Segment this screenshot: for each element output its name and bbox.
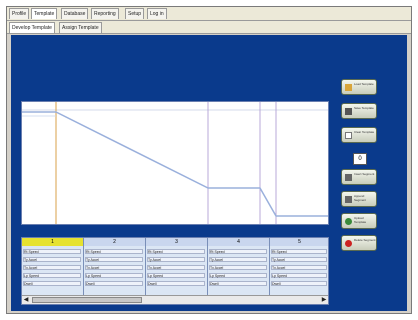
param-field[interactable]: Ty Accel xyxy=(147,257,205,262)
template-editor-area: Load Template Save Template Clear Templa… xyxy=(11,35,407,311)
menu-tab-profile[interactable]: Profile xyxy=(9,8,30,19)
param-field[interactable]: Tx Accel xyxy=(85,265,143,270)
profile-plot[interactable] xyxy=(21,101,329,225)
segment-column-4: Rt Speed Ty Accel Tx Accel Lp Speed Dwel… xyxy=(208,246,270,296)
param-field[interactable]: Rt Speed xyxy=(271,249,327,254)
append-icon xyxy=(345,196,352,203)
velocity-profile-line xyxy=(22,111,328,217)
param-field[interactable]: Rt Speed xyxy=(23,249,81,254)
param-field[interactable]: Ty Accel xyxy=(23,257,81,262)
upload-button[interactable]: Upload Template xyxy=(341,213,377,229)
delete-button[interactable]: Delete Segment xyxy=(341,235,377,251)
menu-tab-log-in[interactable]: Log in xyxy=(147,8,167,19)
tab-develop-template[interactable]: Develop Template xyxy=(9,22,55,33)
segment-column-1: Rt Speed Ty Accel Tx Accel Lp Speed Dwel… xyxy=(22,246,84,296)
clear-button[interactable]: Clear Template xyxy=(341,127,377,143)
insert-icon xyxy=(345,174,352,181)
param-field[interactable]: Ty Accel xyxy=(85,257,143,262)
segment-column-5: Rt Speed Ty Accel Tx Accel Lp Speed Dwel… xyxy=(270,246,328,296)
param-field[interactable]: Dwell xyxy=(23,281,81,286)
append-button[interactable]: Append Segment xyxy=(341,191,377,207)
segment-header-4[interactable]: 4 xyxy=(208,238,270,246)
param-field[interactable]: Tx Accel xyxy=(271,265,327,270)
segment-column-3: Rt Speed Ty Accel Tx Accel Lp Speed Dwel… xyxy=(146,246,208,296)
segment-header-1[interactable]: 1 xyxy=(22,238,84,246)
insert-button[interactable]: Insert Segment xyxy=(341,169,377,185)
disk-icon xyxy=(345,108,352,115)
scroll-left-icon[interactable]: ◀ xyxy=(22,296,30,304)
menu-tab-setup[interactable]: Setup xyxy=(125,8,145,19)
param-field[interactable]: Ty Accel xyxy=(209,257,267,262)
menu-tab-template[interactable]: Template xyxy=(31,8,58,19)
segment-column-2: Rt Speed Ty Accel Tx Accel Lp Speed Dwel… xyxy=(84,246,146,296)
segment-counter[interactable]: 0 xyxy=(353,153,367,165)
segment-header-2[interactable]: 2 xyxy=(84,238,146,246)
page-icon xyxy=(345,132,352,139)
scroll-thumb[interactable] xyxy=(32,297,142,303)
delete-icon xyxy=(345,240,352,247)
menu-tab-database[interactable]: Database xyxy=(61,8,89,19)
param-field[interactable]: Tx Accel xyxy=(23,265,81,270)
param-field[interactable]: Lp Speed xyxy=(23,273,81,278)
menu-tab-reporting[interactable]: Reporting xyxy=(91,8,119,19)
param-field[interactable]: Ty Accel xyxy=(271,257,327,262)
segment-header-3[interactable]: 3 xyxy=(146,238,208,246)
upload-icon xyxy=(345,218,352,225)
load-button[interactable]: Load Template xyxy=(341,79,377,95)
param-field[interactable]: Lp Speed xyxy=(147,273,205,278)
param-field[interactable]: Rt Speed xyxy=(85,249,143,254)
param-field[interactable]: Rt Speed xyxy=(147,249,205,254)
main-menu-bar: Profile Template Database Reporting Setu… xyxy=(7,7,411,21)
horizontal-scrollbar[interactable]: ◀ ▶ xyxy=(22,295,328,304)
param-field[interactable]: Lp Speed xyxy=(85,273,143,278)
segment-header-5[interactable]: 5 xyxy=(270,238,328,246)
application-window: Profile Template Database Reporting Setu… xyxy=(6,6,412,314)
param-field[interactable]: Lp Speed xyxy=(209,273,267,278)
param-field[interactable]: Dwell xyxy=(271,281,327,286)
save-button[interactable]: Save Template xyxy=(341,103,377,119)
template-subtabs: Develop Template Assign Template xyxy=(7,21,411,34)
tab-assign-template[interactable]: Assign Template xyxy=(59,22,102,33)
param-field[interactable]: Dwell xyxy=(147,281,205,286)
param-field[interactable]: Dwell xyxy=(85,281,143,286)
segment-parameter-grid: 1 2 3 4 5 Rt Speed Ty Accel Tx Accel Lp … xyxy=(21,237,329,305)
scroll-right-icon[interactable]: ▶ xyxy=(320,296,328,304)
folder-icon xyxy=(345,84,352,91)
profile-graph xyxy=(22,102,328,224)
param-field[interactable]: Lp Speed xyxy=(271,273,327,278)
param-field[interactable]: Rt Speed xyxy=(209,249,267,254)
param-field[interactable]: Dwell xyxy=(209,281,267,286)
param-field[interactable]: Tx Accel xyxy=(209,265,267,270)
param-field[interactable]: Tx Accel xyxy=(147,265,205,270)
